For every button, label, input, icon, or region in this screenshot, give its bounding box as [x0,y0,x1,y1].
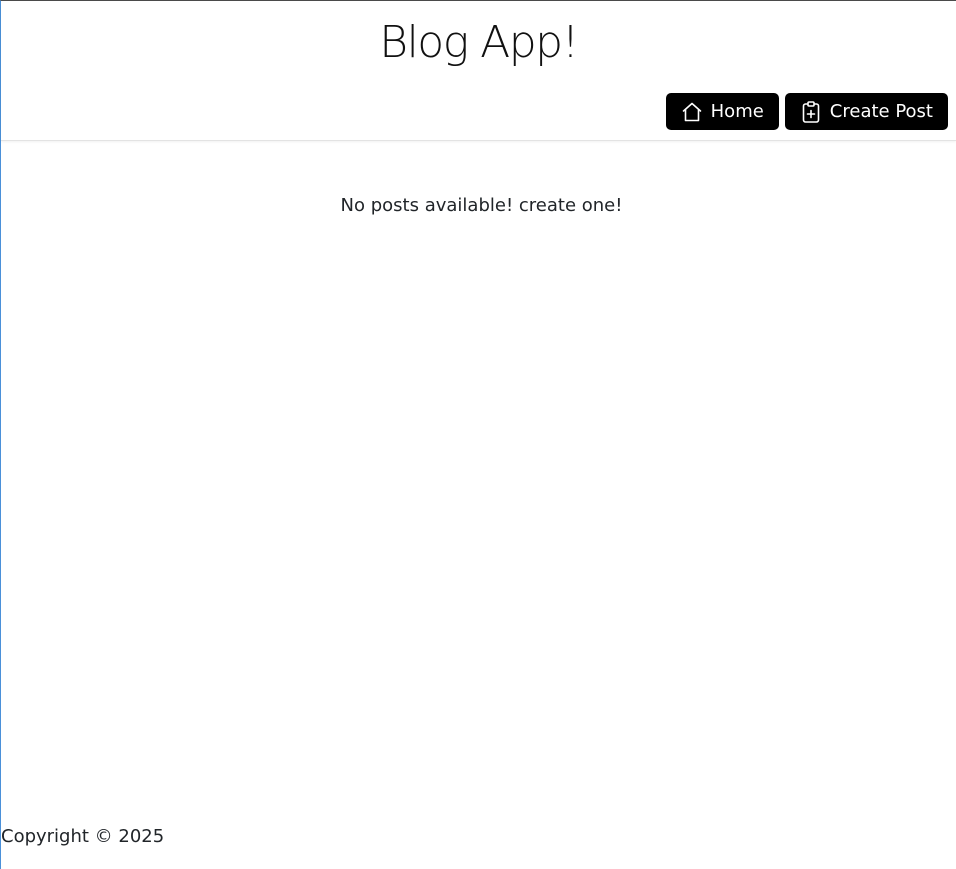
create-post-button-label: Create Post [829,101,933,122]
app-title: Blog App! [379,17,579,68]
home-button-label: Home [710,101,764,122]
clipboard-plus-icon [799,100,823,124]
home-button[interactable]: Home [665,93,779,130]
home-icon [680,100,704,124]
main-nav: Home Create Post [665,93,948,130]
footer-copyright: Copyright © 2025 [1,826,165,847]
empty-posts-message: No posts available! create one! [340,195,623,216]
app-header: Blog App! Home Create Post [1,1,956,141]
create-post-button[interactable]: Create Post [784,93,948,130]
